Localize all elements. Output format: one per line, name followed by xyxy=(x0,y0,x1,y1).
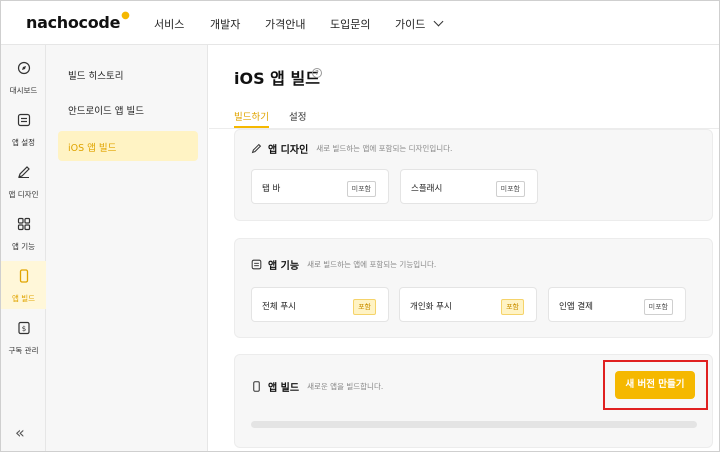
phone-icon xyxy=(253,381,260,392)
item-name: 전체 푸시 xyxy=(262,302,296,312)
rail-label: 대시보드 xyxy=(9,86,38,95)
feature-item-in-app-payment: 인앱 결제 미포함 xyxy=(548,287,686,322)
logo-dot-icon: ● xyxy=(121,10,130,21)
card-description: 새로 빌드하는 앱에 포함되는 디자인입니다. xyxy=(316,144,453,153)
subnav-build-history[interactable]: 빌드 히스토리 xyxy=(58,59,198,89)
chevron-down-icon xyxy=(433,16,444,27)
app-design-header: 앱 디자인 새로 빌드하는 앱에 포함되는 디자인입니다. xyxy=(251,141,452,156)
pencil-icon xyxy=(251,143,262,154)
app-features-card: 앱 기능 새로 빌드하는 앱에 포함되는 기능입니다. 전체 푸시 포함 개인화… xyxy=(234,238,713,338)
compass-icon xyxy=(17,61,30,75)
svg-text:$: $ xyxy=(21,325,25,333)
feature-item-personal-push: 개인화 푸시 포함 xyxy=(399,287,537,322)
page-title: iOS 앱 빌드 xyxy=(234,69,320,88)
top-navigation: nachocode● 서비스 개발자 가격안내 도입문의 가이드 xyxy=(1,1,719,45)
app-build-header: 앱 빌드 새로운 앱을 빌드합니다. xyxy=(251,379,383,394)
rail-item-app-build[interactable]: 앱 빌드 xyxy=(1,261,46,309)
help-icon[interactable]: ? xyxy=(312,68,322,78)
rail-item-app-features[interactable]: 앱 기능 xyxy=(1,209,46,257)
item-name: 스플래시 xyxy=(411,184,443,194)
billing-icon: $ xyxy=(17,321,30,335)
status-badge: 미포함 xyxy=(495,181,525,197)
rail-label: 구독 관리 xyxy=(8,346,39,355)
card-title: 앱 디자인 xyxy=(268,145,309,156)
settings-icon xyxy=(17,113,30,127)
card-title: 앱 빌드 xyxy=(268,383,300,394)
tab-build[interactable]: 빌드하기 xyxy=(234,109,269,123)
rail-item-dashboard[interactable]: 대시보드 xyxy=(1,53,46,101)
subnav-android-build[interactable]: 안드로이드 앱 빌드 xyxy=(58,94,198,124)
rail-item-app-design[interactable]: 앱 디자인 xyxy=(1,157,46,205)
status-badge: 포함 xyxy=(501,299,524,315)
app-features-header: 앱 기능 새로 빌드하는 앱에 포함되는 기능입니다. xyxy=(251,257,436,272)
settings-icon xyxy=(251,259,262,270)
nav-guide[interactable]: 가이드 xyxy=(395,16,444,32)
nav-guide-label: 가이드 xyxy=(395,18,426,31)
rail-item-app-settings[interactable]: 앱 설정 xyxy=(1,105,46,153)
rail-label: 앱 기능 xyxy=(11,242,36,251)
design-item-splash: 스플래시 미포함 xyxy=(400,169,538,204)
rail-label: 앱 빌드 xyxy=(11,294,36,303)
grid-icon xyxy=(17,217,30,231)
card-title: 앱 기능 xyxy=(268,261,300,272)
rail-label: 앱 디자인 xyxy=(8,190,39,199)
card-description: 새로운 앱을 빌드합니다. xyxy=(307,382,384,391)
nav-inquiry[interactable]: 도입문의 xyxy=(330,16,370,32)
logo-text: nachocode xyxy=(26,13,121,32)
sub-navigation: 빌드 히스토리 안드로이드 앱 빌드 iOS 앱 빌드 xyxy=(46,45,208,451)
card-description: 새로 빌드하는 앱에 포함되는 기능입니다. xyxy=(307,260,437,269)
status-badge: 포함 xyxy=(353,299,376,315)
rail-item-subscription[interactable]: $ 구독 관리 xyxy=(1,313,46,361)
nav-services[interactable]: 서비스 xyxy=(154,16,184,32)
status-badge: 미포함 xyxy=(346,181,376,197)
app-design-card: 앱 디자인 새로 빌드하는 앱에 포함되는 디자인입니다. 탭 바 미포함 스플… xyxy=(234,129,713,221)
rail-label: 앱 설정 xyxy=(11,138,36,147)
item-name: 개인화 푸시 xyxy=(410,302,452,312)
pencil-icon xyxy=(17,166,30,178)
subnav-ios-build[interactable]: iOS 앱 빌드 xyxy=(58,131,198,161)
build-progress-bar xyxy=(251,421,697,428)
app-window: nachocode● 서비스 개발자 가격안내 도입문의 가이드 대시보드 앱 … xyxy=(0,0,720,452)
item-name: 인앱 결제 xyxy=(559,302,593,312)
icon-rail: 대시보드 앱 설정 앱 디자인 앱 기능 앱 빌드 $ 구독 관리 « xyxy=(1,45,46,451)
status-badge: 미포함 xyxy=(643,299,673,315)
tab-settings[interactable]: 설정 xyxy=(289,109,306,123)
main-content: iOS 앱 빌드 ? 빌드하기 설정 앱 디자인 새로 빌드하는 앱에 포함되는… xyxy=(209,45,719,451)
highlight-annotation xyxy=(603,360,708,410)
design-item-tabbar: 탭 바 미포함 xyxy=(251,169,389,204)
nav-pricing[interactable]: 가격안내 xyxy=(265,16,305,32)
feature-item-all-push: 전체 푸시 포함 xyxy=(251,287,389,322)
nav-developers[interactable]: 개발자 xyxy=(210,16,240,32)
collapse-icon[interactable]: « xyxy=(15,423,25,442)
logo[interactable]: nachocode● xyxy=(26,10,130,32)
phone-icon xyxy=(19,269,28,283)
item-name: 탭 바 xyxy=(262,184,281,194)
